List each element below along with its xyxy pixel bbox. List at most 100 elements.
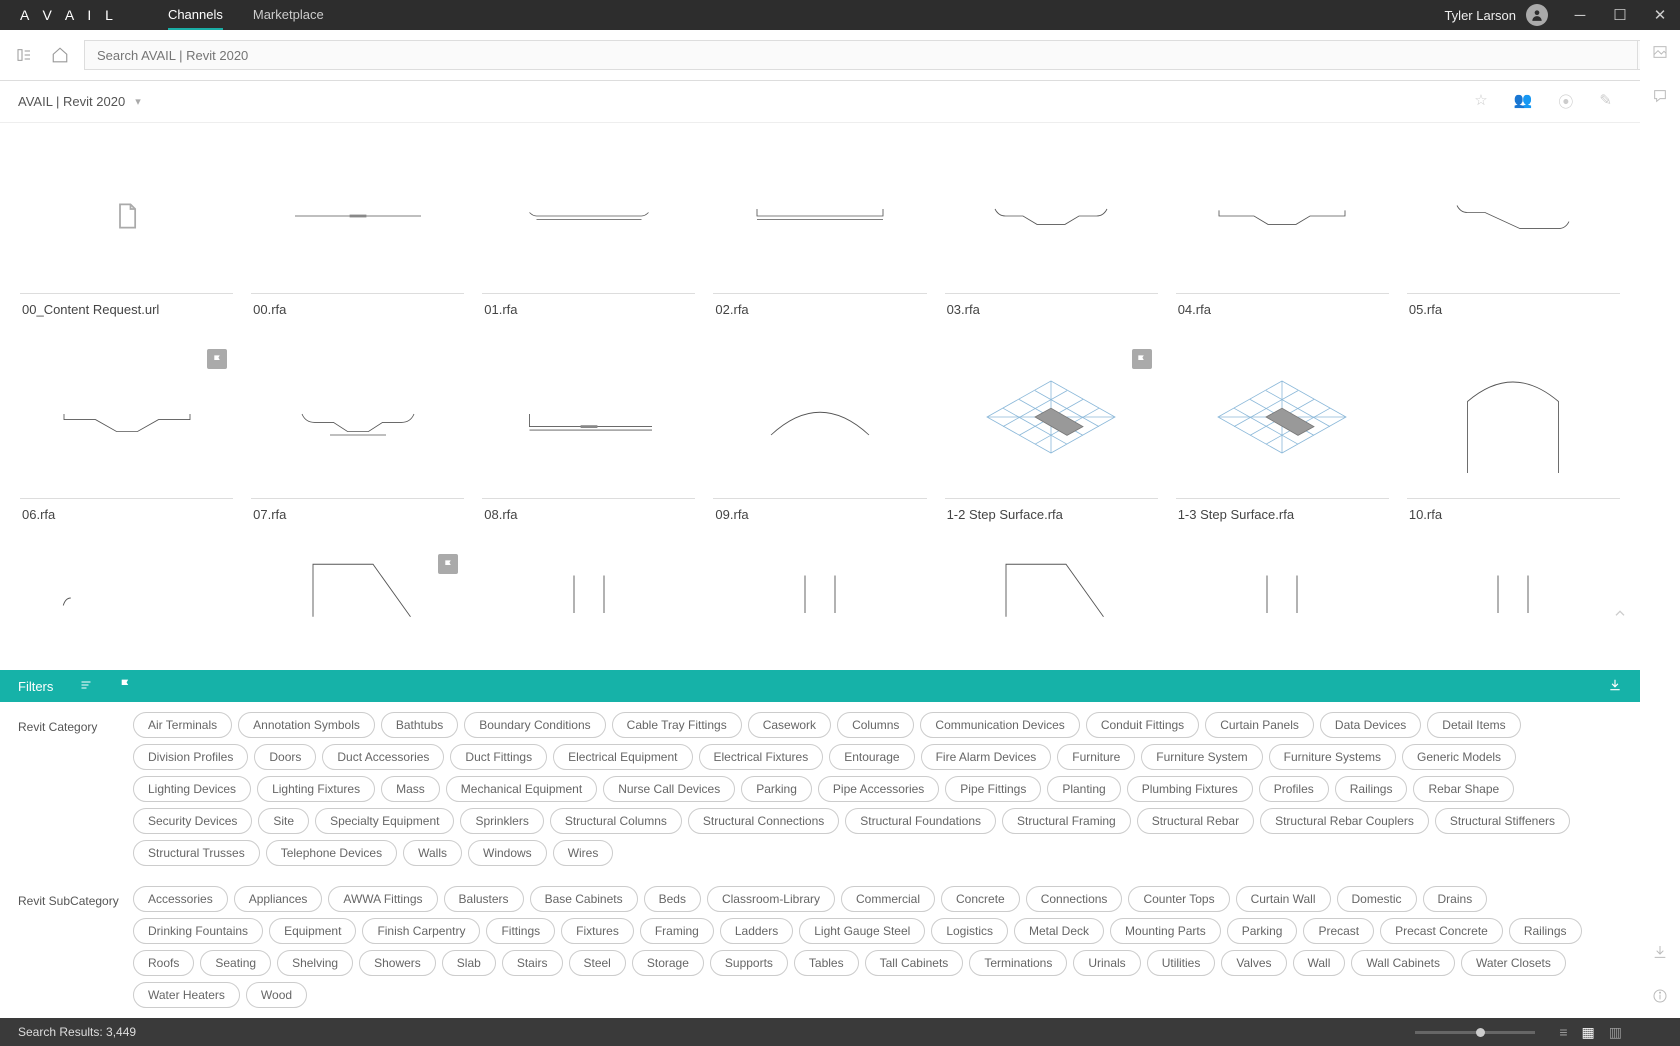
filter-pill[interactable]: Balusters (444, 886, 524, 912)
chevron-down-icon[interactable]: ▾ (135, 95, 141, 108)
grid-item[interactable]: 08.rfa (482, 343, 695, 530)
breadcrumb[interactable]: AVAIL | Revit 2020 (18, 94, 125, 109)
close-button[interactable]: ✕ (1640, 0, 1680, 30)
filter-pill[interactable]: Structural Rebar (1137, 808, 1254, 834)
filter-pill[interactable]: Wall (1293, 950, 1346, 976)
filter-pill[interactable]: Water Heaters (133, 982, 240, 1008)
grid-item[interactable] (1407, 548, 1620, 618)
filter-pill[interactable]: Curtain Wall (1236, 886, 1331, 912)
filter-pill[interactable]: Precast (1303, 918, 1374, 944)
filter-pill[interactable]: Generic Models (1402, 744, 1516, 770)
filter-pill[interactable]: Stairs (502, 950, 563, 976)
tab-channels[interactable]: Channels (168, 1, 223, 30)
grid-item[interactable]: 02.rfa (713, 138, 926, 325)
filter-pill[interactable]: Electrical Fixtures (699, 744, 824, 770)
filter-pill[interactable]: Tables (794, 950, 859, 976)
filter-pill[interactable]: Security Devices (133, 808, 252, 834)
panel-collapse-icon[interactable] (12, 43, 36, 67)
filter-pill[interactable]: Domestic (1337, 886, 1417, 912)
filter-pill[interactable]: Classroom-Library (707, 886, 835, 912)
filter-pill[interactable]: Fixtures (561, 918, 634, 944)
filter-pill[interactable]: Telephone Devices (266, 840, 397, 866)
flag-icon[interactable] (1132, 349, 1152, 369)
grid-item[interactable]: 06.rfa (20, 343, 233, 530)
filter-pill[interactable]: Finish Carpentry (362, 918, 480, 944)
filter-pill[interactable]: Electrical Equipment (553, 744, 692, 770)
filter-pill[interactable]: Duct Accessories (322, 744, 444, 770)
grid-item[interactable] (482, 548, 695, 618)
filter-pill[interactable]: Seating (200, 950, 271, 976)
grid-item[interactable]: 10.rfa (1407, 343, 1620, 530)
filter-pill[interactable]: Steel (569, 950, 626, 976)
grid-item[interactable]: 05.rfa (1407, 138, 1620, 325)
rail-image-icon[interactable] (1652, 44, 1668, 64)
grid-item[interactable]: 07.rfa (251, 343, 464, 530)
filter-pill[interactable]: Framing (640, 918, 714, 944)
filter-pill[interactable]: Annotation Symbols (238, 712, 375, 738)
filter-pill[interactable]: Nurse Call Devices (603, 776, 735, 802)
filter-pill[interactable]: Air Terminals (133, 712, 232, 738)
flag-icon[interactable] (438, 554, 458, 574)
download-icon[interactable] (1608, 678, 1622, 695)
filter-pill[interactable]: Profiles (1259, 776, 1329, 802)
filter-pill[interactable]: Equipment (269, 918, 356, 944)
filter-pill[interactable]: Logistics (931, 918, 1008, 944)
filter-pill[interactable]: Structural Trusses (133, 840, 260, 866)
filter-pill[interactable]: Sprinklers (460, 808, 543, 834)
filter-pill[interactable]: Plumbing Fixtures (1127, 776, 1253, 802)
filter-pill[interactable]: Structural Rebar Couplers (1260, 808, 1429, 834)
filter-pill[interactable]: Valves (1221, 950, 1286, 976)
filter-pill[interactable]: Division Profiles (133, 744, 248, 770)
filter-pill[interactable]: Metal Deck (1014, 918, 1104, 944)
filter-pill[interactable]: Lighting Devices (133, 776, 251, 802)
share-icon[interactable]: 👥 (1514, 91, 1533, 112)
filter-pill[interactable]: Furniture Systems (1269, 744, 1396, 770)
filter-pill[interactable]: Structural Connections (688, 808, 839, 834)
grid-item[interactable] (945, 548, 1158, 618)
filter-pill[interactable]: Appliances (234, 886, 323, 912)
filter-pill[interactable]: Mechanical Equipment (446, 776, 597, 802)
filter-pill[interactable]: Duct Fittings (450, 744, 547, 770)
filter-pill[interactable]: Railings (1509, 918, 1582, 944)
filter-pill[interactable]: Fire Alarm Devices (921, 744, 1052, 770)
filter-pill[interactable]: Cable Tray Fittings (612, 712, 742, 738)
grid-item[interactable]: 01.rfa (482, 138, 695, 325)
filter-pill[interactable]: Conduit Fittings (1086, 712, 1199, 738)
rail-comment-icon[interactable] (1652, 88, 1668, 108)
filter-pill[interactable]: Pipe Fittings (945, 776, 1041, 802)
filter-pill[interactable]: Shelving (277, 950, 353, 976)
tab-marketplace[interactable]: Marketplace (253, 1, 324, 30)
grid-item[interactable]: 1-2 Step Surface.rfa (945, 343, 1158, 530)
maximize-button[interactable]: ☐ (1600, 0, 1640, 30)
filter-pill[interactable]: Precast Concrete (1380, 918, 1503, 944)
grid-item[interactable] (1176, 548, 1389, 618)
content-grid-scroll[interactable]: 00_Content Request.url00.rfa01.rfa02.rfa… (0, 123, 1640, 670)
grid-item[interactable]: 00_Content Request.url (20, 138, 233, 325)
filter-pill[interactable]: Walls (403, 840, 462, 866)
filter-lines-icon[interactable] (79, 679, 93, 694)
filter-pill[interactable]: Columns (837, 712, 914, 738)
filter-pill[interactable]: Fittings (486, 918, 555, 944)
filter-pill[interactable]: Entourage (829, 744, 914, 770)
scroll-top-button[interactable] (1608, 602, 1632, 626)
user-menu[interactable]: Tyler Larson (1444, 4, 1560, 26)
filter-pill[interactable]: Rebar Shape (1413, 776, 1514, 802)
grid-item[interactable]: 09.rfa (713, 343, 926, 530)
filter-pill[interactable]: Counter Tops (1128, 886, 1229, 912)
filter-pill[interactable]: Slab (442, 950, 496, 976)
filter-pill[interactable]: Doors (254, 744, 316, 770)
search-input[interactable] (85, 48, 1637, 63)
filter-pill[interactable]: Drinking Fountains (133, 918, 263, 944)
filter-pill[interactable]: Bathtubs (381, 712, 458, 738)
flag-icon[interactable] (207, 349, 227, 369)
filter-pill[interactable]: Urinals (1073, 950, 1140, 976)
filter-pill[interactable]: Mounting Parts (1110, 918, 1221, 944)
filter-pill[interactable]: Roofs (133, 950, 194, 976)
filter-pill[interactable]: Structural Framing (1002, 808, 1131, 834)
filter-pill[interactable]: Pipe Accessories (818, 776, 939, 802)
filter-pill[interactable]: Commercial (841, 886, 935, 912)
grid-item[interactable]: 04.rfa (1176, 138, 1389, 325)
favorite-icon[interactable]: ☆ (1474, 91, 1487, 112)
filter-pill[interactable]: Parking (741, 776, 812, 802)
filter-pill[interactable]: Windows (468, 840, 547, 866)
